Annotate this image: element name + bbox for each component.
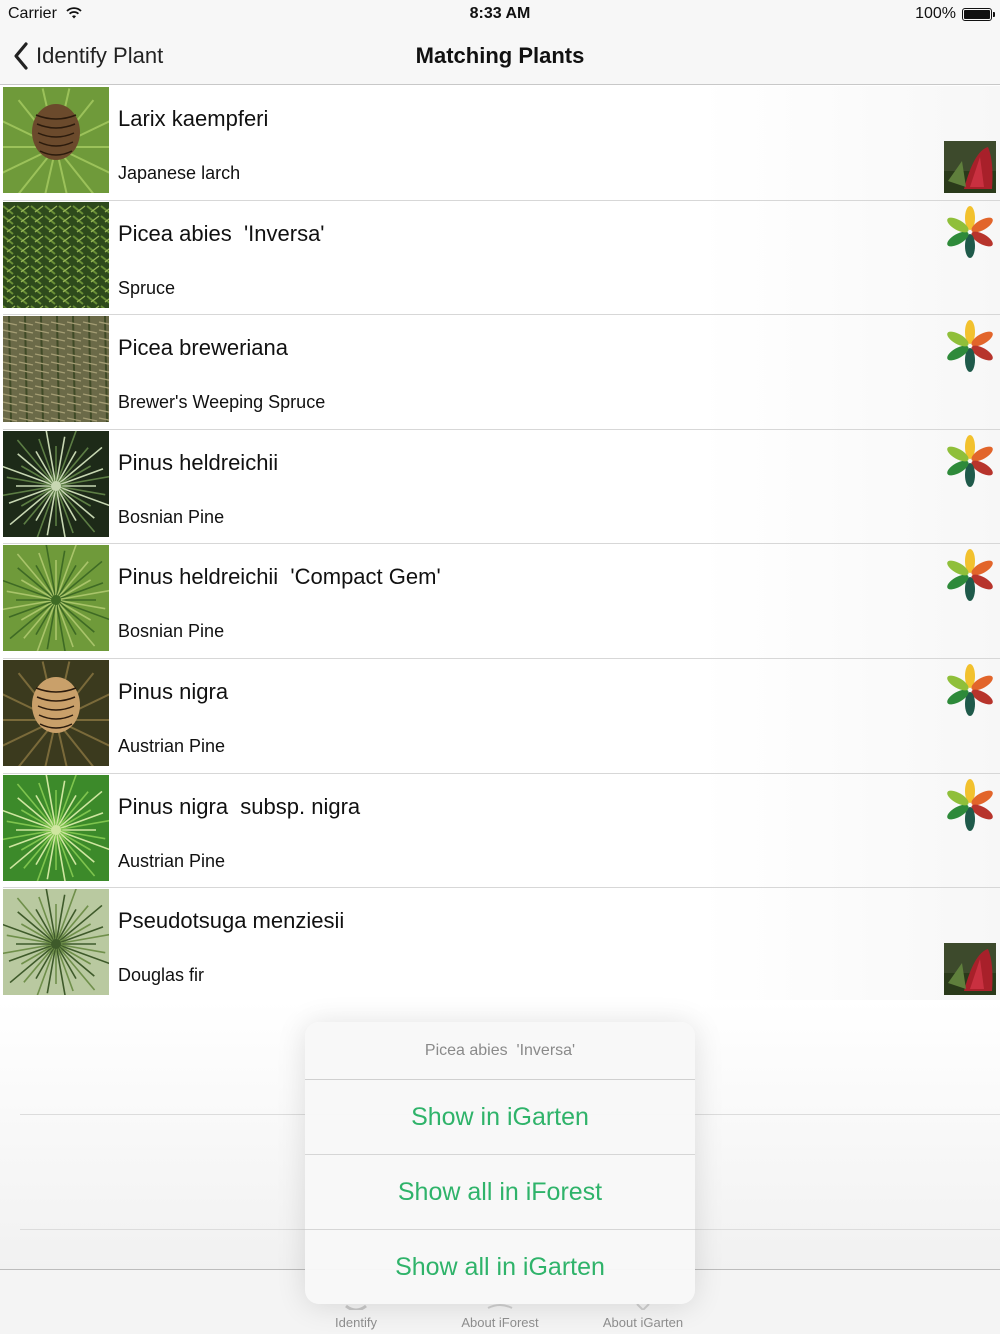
plant-thumbnail-image [3,87,109,193]
plant-thumbnail [3,889,109,996]
clock: 8:33 AM [469,5,531,22]
plant-row[interactable]: Picea breweriana Brewer's Weeping Spruce [0,315,1000,430]
back-button-label: Identify Plant [36,43,164,68]
common-name: Brewer's Weeping Spruce [118,392,326,413]
plant-thumbnail-image [3,545,109,652]
iforest-flower-icon[interactable] [944,320,996,373]
plant-thumbnail [3,430,109,537]
plant-thumbnail-image [3,316,109,423]
plant-row[interactable]: Pinus heldreichii Bosnian Pine [0,429,1000,545]
common-name: Austrian Pine [118,850,226,871]
action-sheet-title: Picea abies 'Inversa' [305,1022,695,1080]
plant-thumbnail [3,201,109,308]
tab-label: Identify [335,1315,377,1330]
common-name: Bosnian Pine [118,506,225,527]
plant-thumbnail-image [3,430,109,537]
plant-thumbnail-image [3,774,109,881]
plant-thumbnail-image [3,659,109,766]
plant-thumbnail [3,774,109,881]
plant-thumbnail-image [3,201,109,308]
scientific-name: Pseudotsuga menziesii [118,908,345,934]
plant-row[interactable]: Pinus nigra Austrian Pine [0,658,1000,774]
plant-row[interactable]: Pinus nigra subsp. nigra Austrian Pine [0,773,1000,889]
battery-icon [962,8,995,21]
common-name: Spruce [118,277,176,298]
scientific-name: Pinus nigra [118,678,229,704]
iforest-flower-icon[interactable] [944,549,996,602]
plant-row[interactable]: Picea abies 'Inversa' Spruce [0,200,1000,316]
action-sheet: Picea abies 'Inversa' Show in iGarten Sh… [305,1022,695,1304]
scientific-name: Pinus heldreichii 'Compact Gem' [118,564,441,590]
battery-percentage: 100% [915,5,956,22]
common-name: Japanese larch [118,163,241,183]
plant-row[interactable]: Larix kaempferi Japanese larch [0,86,1000,201]
chevron-left-icon [14,42,28,70]
back-button[interactable]: Identify Plant [12,40,163,72]
iforest-flower-icon[interactable] [944,205,996,258]
igarten-photo-icon[interactable] [944,141,996,193]
plant-thumbnail [3,659,109,766]
scientific-name: Picea breweriana [118,335,288,361]
tab-label: About iForest [461,1315,539,1330]
plant-thumbnail-image [3,889,109,996]
navigation-bar: Identify Plant Matching Plants [0,28,1000,85]
common-name: Austrian Pine [118,735,226,756]
igarten-photo-icon[interactable] [944,943,996,996]
scientific-name: Pinus heldreichii [118,449,279,475]
plant-thumbnail [3,316,109,423]
iforest-flower-icon[interactable] [944,663,996,716]
plant-list: Larix kaempferi Japanese larch Picea abi… [0,86,1000,1003]
iforest-flower-icon[interactable] [944,778,996,831]
scientific-name: Larix kaempferi [118,106,269,131]
common-name: Douglas fir [118,965,205,986]
show-all-in-iforest-button[interactable]: Show all in iForest [305,1155,695,1230]
common-name: Bosnian Pine [118,621,225,642]
status-bar: Carrier 8:33 AM 100% [0,0,1000,28]
scientific-name: Picea abies 'Inversa' [118,220,325,246]
plant-row[interactable]: Pinus heldreichii 'Compact Gem' Bosnian … [0,544,1000,659]
tab-label: About iGarten [602,1315,684,1330]
plant-thumbnail [3,545,109,652]
iforest-flower-icon[interactable] [944,434,996,487]
plant-thumbnail [3,87,109,193]
scientific-name: Pinus nigra subsp. nigra [118,793,361,819]
plant-row[interactable]: Pseudotsuga menziesii Douglas fir [0,888,1000,1003]
show-all-in-igarten-button[interactable]: Show all in iGarten [305,1230,695,1304]
show-in-igarten-button[interactable]: Show in iGarten [305,1080,695,1155]
